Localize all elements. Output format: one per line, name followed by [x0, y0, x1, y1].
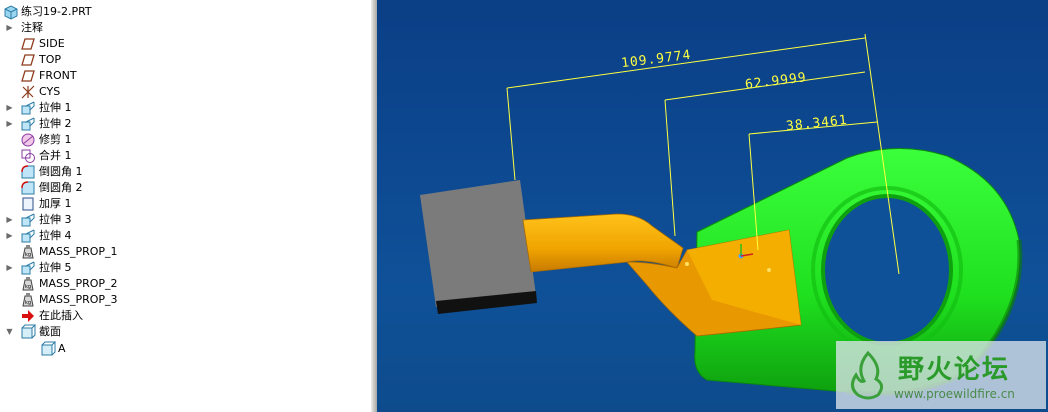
extrude-icon: [21, 213, 35, 227]
expand-arrow-icon[interactable]: ▶: [5, 212, 14, 228]
watermark: 野火论坛 www.proewildfire.cn: [836, 341, 1046, 409]
tree-root-label: 练习19-2.PRT: [21, 5, 92, 18]
tree-item-label: 倒圆角 2: [39, 181, 83, 194]
tree-item-label: 截面: [39, 325, 61, 338]
svg-text:kg: kg: [25, 300, 31, 306]
expand-arrow-icon[interactable]: ▶: [5, 260, 14, 276]
merge-icon: [21, 149, 35, 163]
tree-item-label: 拉伸 2: [39, 117, 72, 130]
datum-plane-icon: [21, 54, 35, 66]
extrude-icon: [21, 117, 35, 131]
thicken-icon: [22, 197, 34, 211]
analysis-icon: kg: [22, 293, 34, 307]
graphics-viewport[interactable]: 109.9774 62.9999 38.3461 野火论坛 www.proewi…: [377, 0, 1048, 412]
tree-item-label: 拉伸 3: [39, 213, 72, 226]
extrude-icon: [21, 229, 35, 243]
analysis-icon: kg: [22, 245, 34, 259]
coordinate-system-icon: [21, 85, 35, 99]
model-tree: 练习19-2.PRT ▶ 注释 SIDE TOP FRONT CYS ▶ 拉伸 …: [0, 0, 371, 412]
section-icon: [21, 324, 36, 339]
part-icon: [4, 5, 18, 20]
expand-arrow-icon[interactable]: ▶: [5, 228, 14, 244]
tree-item-label: A: [58, 342, 66, 355]
gray-block[interactable]: [420, 180, 537, 314]
datum-plane-icon: [21, 70, 35, 82]
svg-text:kg: kg: [25, 252, 31, 258]
expand-arrow-icon[interactable]: ▶: [5, 100, 14, 116]
extrude-icon: [21, 261, 35, 275]
round-icon: [21, 165, 35, 179]
tree-item-label: 拉伸 1: [39, 101, 72, 114]
tree-item-label: 注释: [21, 21, 43, 34]
insert-here-arrow-icon[interactable]: [20, 308, 36, 324]
tree-item-label: MASS_PROP_1: [39, 245, 118, 258]
tree-item-label: FRONT: [39, 69, 77, 82]
round-icon: [21, 181, 35, 195]
extrude-icon: [21, 101, 35, 115]
datum-plane-icon: [21, 38, 35, 50]
expand-arrow-icon[interactable]: ▶: [5, 20, 14, 36]
tree-item-label: MASS_PROP_3: [39, 293, 118, 306]
tree-item-label: 倒圆角 1: [39, 165, 83, 178]
tree-item-label: SIDE: [39, 37, 65, 50]
tree-item-label: 在此插入: [39, 309, 83, 322]
flame-logo-icon: [851, 350, 883, 400]
tree-item-label: MASS_PROP_2: [39, 277, 118, 290]
trim-icon: [21, 133, 35, 147]
tree-item-label: 加厚 1: [39, 197, 72, 210]
expand-arrow-icon[interactable]: ▶: [5, 116, 14, 132]
tree-item-label: 拉伸 4: [39, 229, 72, 242]
tree-item-label: CYS: [39, 85, 61, 98]
tree-item-label: 拉伸 5: [39, 261, 72, 274]
analysis-icon: kg: [22, 277, 34, 291]
collapse-arrow-icon[interactable]: ▼: [5, 324, 14, 340]
tree-item-label: 合并 1: [39, 149, 72, 162]
watermark-url: www.proewildfire.cn: [894, 387, 1015, 401]
tree-item-label: 修剪 1: [39, 133, 72, 146]
svg-text:kg: kg: [25, 284, 31, 290]
section-icon: [41, 341, 56, 356]
tree-item-label: TOP: [39, 53, 62, 66]
watermark-title: 野火论坛: [898, 355, 1011, 385]
